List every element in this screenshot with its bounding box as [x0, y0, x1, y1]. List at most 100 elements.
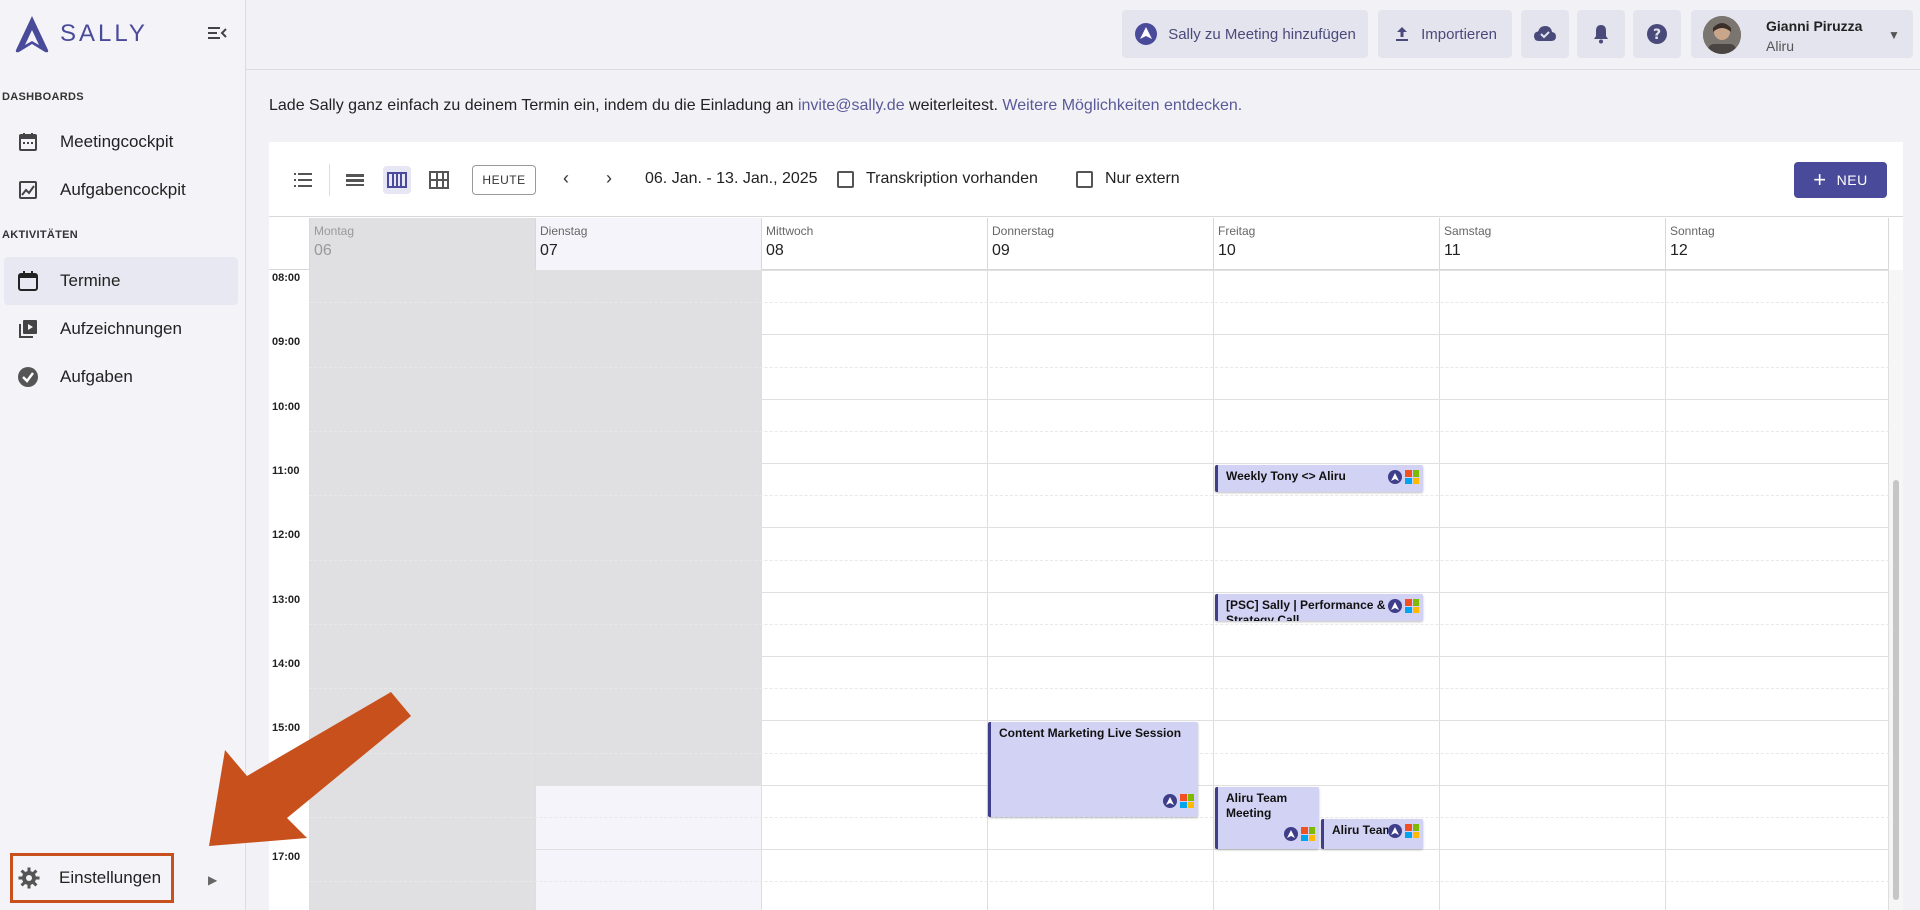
hour-line	[309, 527, 1889, 528]
filter-external-checkbox[interactable]: Nur extern	[1076, 170, 1180, 188]
sidebar-item-einstellungen[interactable]: Einstellungen	[10, 853, 174, 903]
day-header-wednesday[interactable]: Mittwoch 08	[761, 218, 987, 270]
sally-logo-icon	[1135, 23, 1158, 45]
week-view-button[interactable]	[383, 166, 411, 194]
day-column-sunday[interactable]	[1665, 270, 1889, 910]
toolbar-divider	[329, 164, 330, 196]
sally-logo-icon	[15, 16, 49, 53]
hour-line	[309, 592, 1889, 593]
more-options-link[interactable]: Weitere Möglichkeiten entdecken.	[1002, 97, 1242, 114]
chevron-right-icon[interactable]: ▶	[208, 873, 217, 887]
day-header-tuesday[interactable]: Dienstag 07	[535, 218, 761, 270]
day-name: Dienstag	[540, 224, 588, 238]
sidebar-item-meetingcockpit[interactable]: Meetingcockpit	[4, 118, 238, 166]
sidebar-item-aufgaben[interactable]: Aufgaben	[4, 353, 238, 401]
day-view-button[interactable]	[341, 166, 369, 194]
user-name: Gianni Piruzza	[1766, 18, 1863, 34]
event-title: Aliru Team Meeting	[1226, 791, 1288, 820]
half-hour-line	[309, 881, 1889, 882]
import-button[interactable]: Importieren	[1378, 10, 1512, 58]
hour-line	[309, 334, 1889, 335]
sidebar-item-label: Aufgabencockpit	[60, 180, 186, 199]
time-label: 13:00	[272, 594, 301, 606]
upload-icon	[1396, 27, 1409, 41]
add-sally-label: Sally zu Meeting hinzufügen	[1168, 25, 1356, 43]
gear-icon	[18, 867, 40, 889]
menu-collapse-icon	[208, 27, 227, 39]
add-sally-to-meeting-button[interactable]: Sally zu Meeting hinzufügen	[1122, 10, 1368, 58]
event-icons	[1163, 794, 1194, 808]
sidebar-item-termine[interactable]: Termine	[4, 257, 238, 305]
day-header-sunday[interactable]: Sonntag 12	[1665, 218, 1889, 270]
day-date: 11	[1444, 242, 1461, 259]
today-button[interactable]: HEUTE	[472, 165, 536, 195]
half-hour-line	[309, 431, 1889, 432]
event-aliru-team[interactable]: Aliru Team	[1321, 819, 1423, 849]
tuesday-future-region	[536, 785, 762, 910]
hour-line	[309, 656, 1889, 657]
next-week-button[interactable]: ›	[606, 168, 612, 189]
event-title: Aliru Team	[1332, 823, 1394, 837]
notifications-button[interactable]	[1577, 10, 1625, 58]
day-name: Montag	[314, 224, 355, 238]
day-column-wednesday[interactable]	[761, 270, 987, 910]
new-event-button[interactable]: + NEU	[1794, 162, 1887, 198]
prev-week-button[interactable]: ‹	[563, 168, 569, 189]
info-text-middle: weiterleitest.	[904, 97, 1003, 114]
sally-logo-icon	[1388, 470, 1402, 484]
event-psc-sally-performance[interactable]: [PSC] Sally | Performance & Strategy Cal…	[1215, 594, 1423, 621]
hour-line	[309, 399, 1889, 400]
calendar-scrollbar[interactable]	[1889, 270, 1903, 910]
check-circle-icon	[18, 367, 38, 387]
time-label: 08:00	[272, 272, 301, 284]
sally-logo-icon	[1388, 599, 1402, 613]
event-weekly-tony-aliru[interactable]: Weekly Tony <> Aliru	[1215, 465, 1423, 492]
day-column-tuesday[interactable]	[535, 270, 762, 910]
help-button[interactable]: ?	[1633, 10, 1681, 58]
day-header-friday[interactable]: Freitag 10	[1213, 218, 1439, 270]
event-aliru-team-meeting[interactable]: Aliru Team Meeting	[1215, 787, 1319, 849]
list-view-button[interactable]	[289, 166, 317, 194]
event-icons	[1388, 470, 1419, 484]
logo-text: SALLY	[60, 20, 148, 47]
scrollbar-thumb[interactable]	[1893, 480, 1899, 900]
half-hour-line	[309, 560, 1889, 561]
user-menu[interactable]: Gianni Piruzza Aliru ▼	[1691, 10, 1913, 58]
day-header-thursday[interactable]: Donnerstag 09	[987, 218, 1213, 270]
sidebar-item-label: Aufzeichnungen	[60, 319, 182, 338]
bell-icon	[1594, 25, 1608, 44]
hour-line	[309, 270, 1889, 271]
day-date: 12	[1670, 242, 1688, 259]
month-view-button[interactable]	[425, 166, 453, 194]
sidebar-item-label: Meetingcockpit	[60, 132, 174, 151]
topbar: Sally zu Meeting hinzufügen Importieren …	[246, 0, 1920, 70]
grid-icon	[429, 171, 449, 189]
time-label: 12:00	[272, 529, 301, 541]
microsoft-icon	[1405, 824, 1419, 838]
day-name: Mittwoch	[766, 224, 814, 238]
half-hour-line	[309, 624, 1889, 625]
import-label: Importieren	[1421, 25, 1497, 43]
info-text-before: Lade Sally ganz einfach zu deinem Termin…	[269, 97, 798, 114]
avatar-image	[1703, 16, 1741, 54]
time-label: 09:00	[272, 336, 301, 348]
cloud-sync-button[interactable]	[1521, 10, 1569, 58]
calendar-toolbar: HEUTE ‹ › 06. Jan. - 13. Jan., 2025 Tran…	[269, 142, 1903, 217]
event-icons	[1388, 824, 1419, 838]
invite-email-link[interactable]: invite@sally.de	[798, 97, 905, 114]
day-header-saturday[interactable]: Samstag 11	[1439, 218, 1665, 270]
day-header-monday[interactable]: Montag 06	[309, 218, 535, 270]
sidebar-item-aufzeichnungen[interactable]: Aufzeichnungen	[4, 305, 238, 353]
time-label: 11:00	[272, 465, 300, 477]
section-activities: AKTIVITÄTEN	[2, 229, 79, 241]
day-name: Donnerstag	[992, 224, 1055, 238]
collapse-sidebar-button[interactable]	[206, 22, 228, 44]
filter-transcription-checkbox[interactable]: Transkription vorhanden	[837, 170, 1038, 188]
logo[interactable]: SALLY	[14, 14, 148, 54]
sidebar-item-aufgabencockpit[interactable]: Aufgabencockpit	[4, 166, 238, 214]
hour-line	[309, 720, 1889, 721]
day-column-saturday[interactable]	[1439, 270, 1665, 910]
chevron-down-icon: ▼	[1888, 28, 1900, 42]
event-content-marketing[interactable]: Content Marketing Live Session	[988, 722, 1198, 817]
calendar-grid[interactable]: 08:00 09:00 10:00 11:00 12:00 13:00 14:0…	[269, 270, 1889, 910]
